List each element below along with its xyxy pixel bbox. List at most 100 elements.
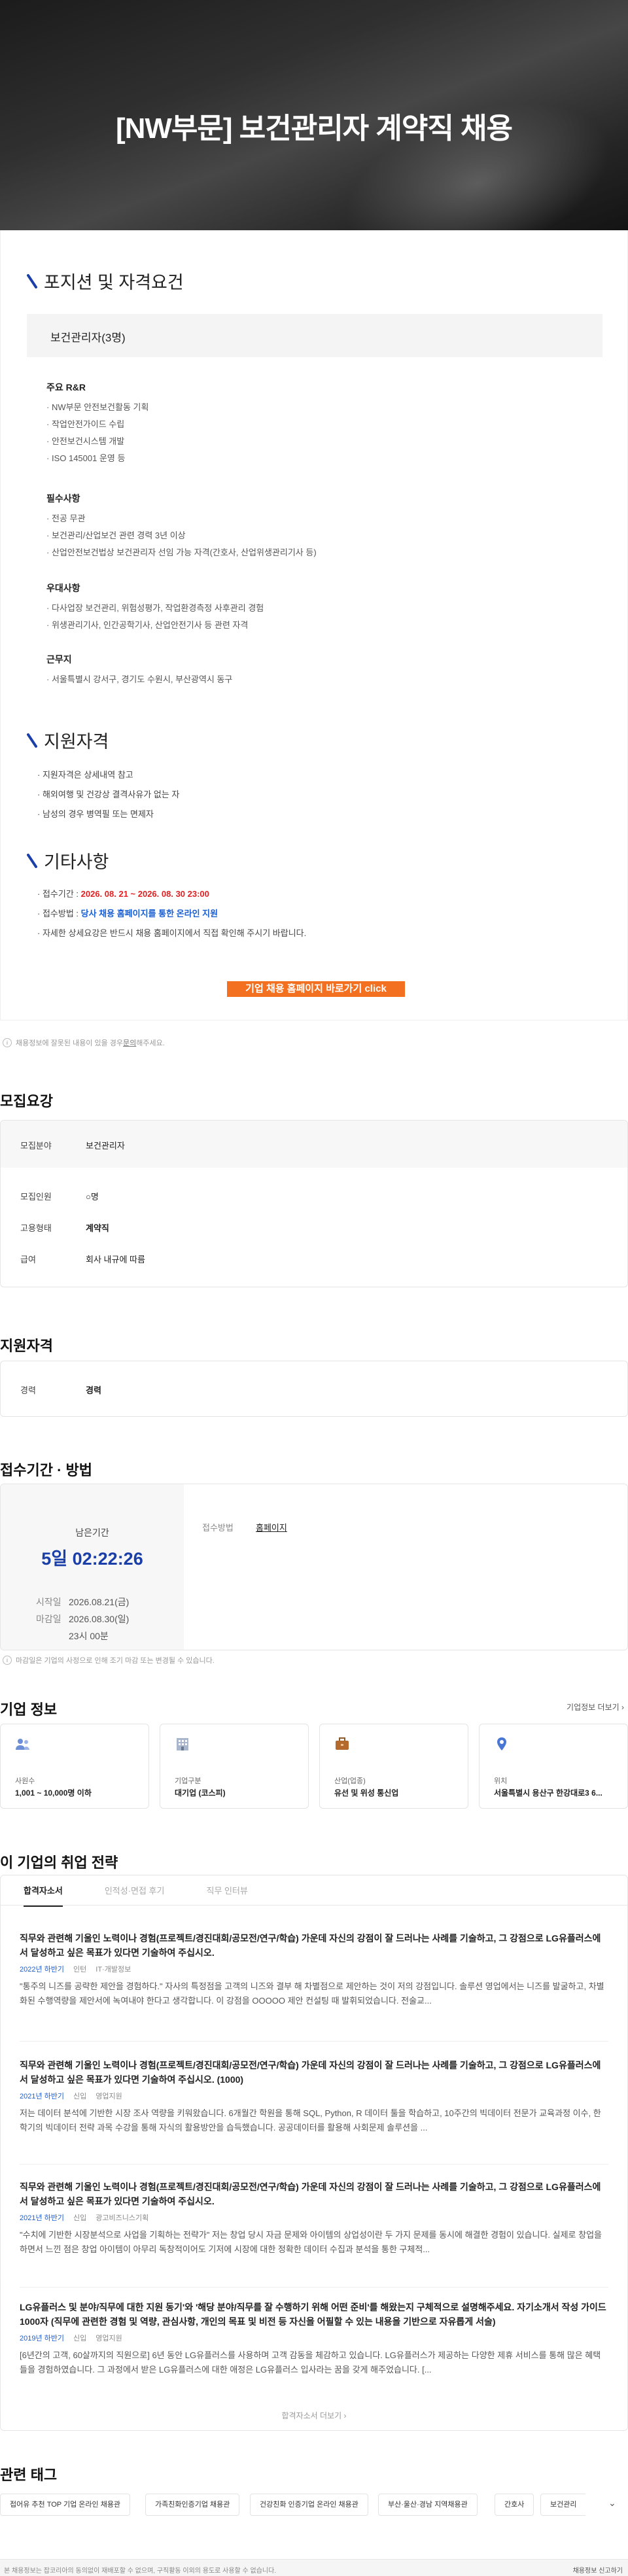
footer-notice: 본 채용정보는 잡코리아의 동의없이 재배포할 수 없으며, 구직활동 이외의 … [4,2567,277,2575]
footer-strip: 본 채용정보는 잡코리아의 동의없이 재배포할 수 없으며, 구직활동 이외의 … [0,2559,628,2576]
chevron-right-icon: › [343,2411,347,2420]
list-item: 자세한 상세요강은 반드시 채용 홈페이지에서 직접 확인해 주시기 바랍니다. [37,924,306,943]
tag[interactable]: 간호사 [495,2494,534,2516]
tag[interactable]: 가족친화인증기업 채용관 [145,2494,240,2516]
section-heading-qualification: 지원자격 [27,727,109,753]
notice-text: 해주세요. [136,1039,165,1047]
start-value: 2026.08.21(금) [69,1597,130,1607]
company-card-location: 위치 서울특별시 용산구 한강대로3 6... [479,1724,628,1809]
period-label: 접수기간 : [42,889,81,899]
group-title: 주요 R&R [46,382,86,392]
group-required: 필수사항 전공 무관 보건관리/산업보건 관련 경력 3년 이상 산업안전보건법… [46,492,317,561]
tab-interview-review[interactable]: 인적성·면접 후기 [105,1884,165,1907]
end-time: 23시 00분 [69,1631,109,1641]
tab-cover-letter[interactable]: 합격자소서 [24,1884,63,1907]
answer: [6년간의 고객, 60살까지의 직원으로] 6년 동안 LG유플러스를 사용하… [20,2350,601,2375]
tag[interactable]: 보건관리 [540,2494,586,2516]
question: 직무와 관련해 기울인 노력이나 경험(프로젝트/경진대회/공모전/연구/학습)… [20,2182,601,2206]
answer: 저는 데이터 분석에 기반한 시장 조사 역량을 키워왔습니다. 6개월간 학원… [20,2108,601,2132]
cover-letter-item[interactable]: 직무와 관련해 기울인 노력이나 경험(프로젝트/경진대회/공모전/연구/학습)… [20,2058,608,2135]
location-pin-icon [494,1736,510,1752]
tags-heading: 관련 태그 [0,2467,58,2483]
method-label: 접수방법 : [42,909,81,918]
chevron-down-icon[interactable]: ⌄ [608,2498,616,2509]
etc-list: 접수기간 : 2026. 08. 21 ~ 2026. 08. 30 23:00… [37,884,306,943]
tab-job-interview[interactable]: 직무 인터뷰 [206,1884,247,1907]
recruit-field-row: 모집분야 보건관리자 [1,1121,627,1168]
list-item: 해외여행 및 건강상 결격사유가 없는 자 [37,785,179,805]
type-value: 계약직 [86,1223,109,1233]
deadline-box: 남은기간 5일 02:22:26 시작일 2026.08.21(금) 마감일 202… [0,1484,628,1650]
cover-letter-item[interactable]: 직무와 관련해 기울인 노력이나 경험(프로젝트/경진대회/공모전/연구/학습)… [20,1931,608,2008]
group-rnr: 주요 R&R NW부문 안전보건활동 기획 작업안전가이드 수립 안전보건시스템… [46,381,148,467]
field-label: 모집분야 [20,1141,52,1151]
inquiry-link[interactable]: 문의 [123,1037,136,1048]
strategy-tabs: 합격자소서 인적성·면접 후기 직무 인터뷰 [24,1884,290,1907]
list-item: 위생관리기사, 인간공학기사, 산업안전기사 등 관련 자격 [46,617,264,634]
strategy-heading: 이 기업의 취업 전략 [0,1854,118,1871]
meta: 2019년 하반기 신입 영업지원 [20,2333,608,2343]
level: 신입 [73,2335,87,2342]
recruit-box: 모집분야 보건관리자 모집인원 ○명 고용형태 계약직 급여 회사 내규에 따름 [0,1120,628,1287]
chevron-right-icon: › [621,1703,624,1712]
divider [20,2041,608,2042]
list-item: 전공 무관 [46,510,317,527]
year: 2022년 하반기 [20,1966,65,1974]
level: 신입 [73,2093,87,2100]
company-card-type: 기업구분 대기업 (코스피) [160,1724,309,1809]
info-icon: i [3,1038,12,1047]
list-item: 산업안전보건법상 보건관리자 선임 가능 자격(간호사, 산업위생관리기사 등) [46,544,317,561]
cover-letter-more-link[interactable]: 합격자소서 더보기 › [0,2410,628,2421]
section-heading-position: 포지션 및 자격요건 [27,268,184,294]
company-card-employees: 사원수 1,001 ~ 10,000명 이하 [0,1724,149,1809]
meta: 2021년 하반기 신입 영업지원 [20,2091,608,2101]
meta: 2022년 하반기 인턴 IT·개발정보 [20,1964,608,1974]
list-item: ISO 145001 운영 등 [46,450,148,467]
card-value: 서울특별시 용산구 한강대로3 6... [494,1788,602,1798]
start-row: 시작일 2026.08.21(금) [36,1595,129,1609]
method-label: 접수방법 [202,1523,234,1533]
card-label: 위치 [494,1777,508,1785]
company-homepage-button[interactable]: 기업 채용 홈페이지 바로가기 click [227,981,405,997]
qualification-list: 지원자격은 상세내역 참고 해외여행 및 건강상 결격사유가 없는 자 남성의 … [37,765,179,824]
level: 인턴 [73,1966,87,1974]
career-label: 경력 [20,1385,36,1395]
career-value: 경력 [86,1385,101,1395]
slash-icon [27,733,37,748]
building-icon [175,1736,190,1752]
tag[interactable]: 부산·울산·경남 지역채용관 [378,2494,478,2516]
meta: 2021년 하반기 신입 광고비즈니스기획 [20,2212,608,2223]
type-label: 고용형태 [20,1223,52,1233]
recruit-heading: 모집요강 [0,1093,53,1109]
role-box: 보건관리자(3명) [27,314,602,357]
card-value: 1,001 ~ 10,000명 이하 [15,1788,92,1798]
section-title: 기타사항 [44,852,109,872]
answer: "통주의 니즈를 공략한 제안을 경험하다." 자사의 특정점을 고객의 니즈와… [20,1981,604,2006]
hero-banner: [NW부문] 보건관리자 계약직 채용 [0,0,628,230]
cover-letter-item[interactable]: 직무와 관련해 기울인 노력이나 경험(프로젝트/경진대회/공모전/연구/학습)… [20,2180,608,2257]
job: 영업지원 [96,2335,122,2342]
tag[interactable]: 접어유 추천 TOP 기업 온라인 채용관 [0,2494,131,2516]
report-link[interactable]: 채용정보 신고하기 [573,2565,623,2575]
card-value: 대기업 (코스피) [175,1788,226,1798]
tag[interactable]: 건강친화 인증기업 온라인 채용관 [250,2494,368,2516]
pay-value: 회사 내규에 따름 [86,1255,145,1264]
list-item: 작업안전가이드 수립 [46,416,148,433]
list-item: 서울특별시 강서구, 경기도 수원시, 부산광역시 동구 [46,671,232,688]
section-title: 포지션 및 자격요건 [44,273,184,292]
list-item: 다사업장 보건관리, 위험성평가, 작업환경측정 사후관리 경험 [46,600,264,617]
group-preferred: 우대사항 다사업장 보건관리, 위험성평가, 작업환경측정 사후관리 경험 위생… [46,582,264,634]
cover-letter-item[interactable]: LG유플러스 및 분야/직무에 대한 지원 동기'와 '해당 분야/직무를 잘 … [20,2300,608,2377]
notice-text: 채용정보에 잘못된 내용이 있을 경우 [16,1039,124,1047]
list-item: 남성의 경우 병역필 또는 면제자 [37,805,179,824]
list-item: 안전보건시스템 개발 [46,433,148,450]
section-title: 지원자격 [44,732,109,752]
year: 2021년 하반기 [20,2093,65,2100]
company-heading: 기업 정보 [0,1701,58,1718]
deadline-heading: 접수기간 · 방법 [0,1462,92,1478]
card-label: 기업구분 [175,1777,201,1785]
list-item: 보건관리/산업보건 관련 경력 3년 이상 [46,527,317,544]
company-more-link[interactable]: 기업정보 더보기 › [567,1701,624,1713]
method-link[interactable]: 홈페이지 [256,1521,287,1533]
slash-icon [27,853,37,868]
